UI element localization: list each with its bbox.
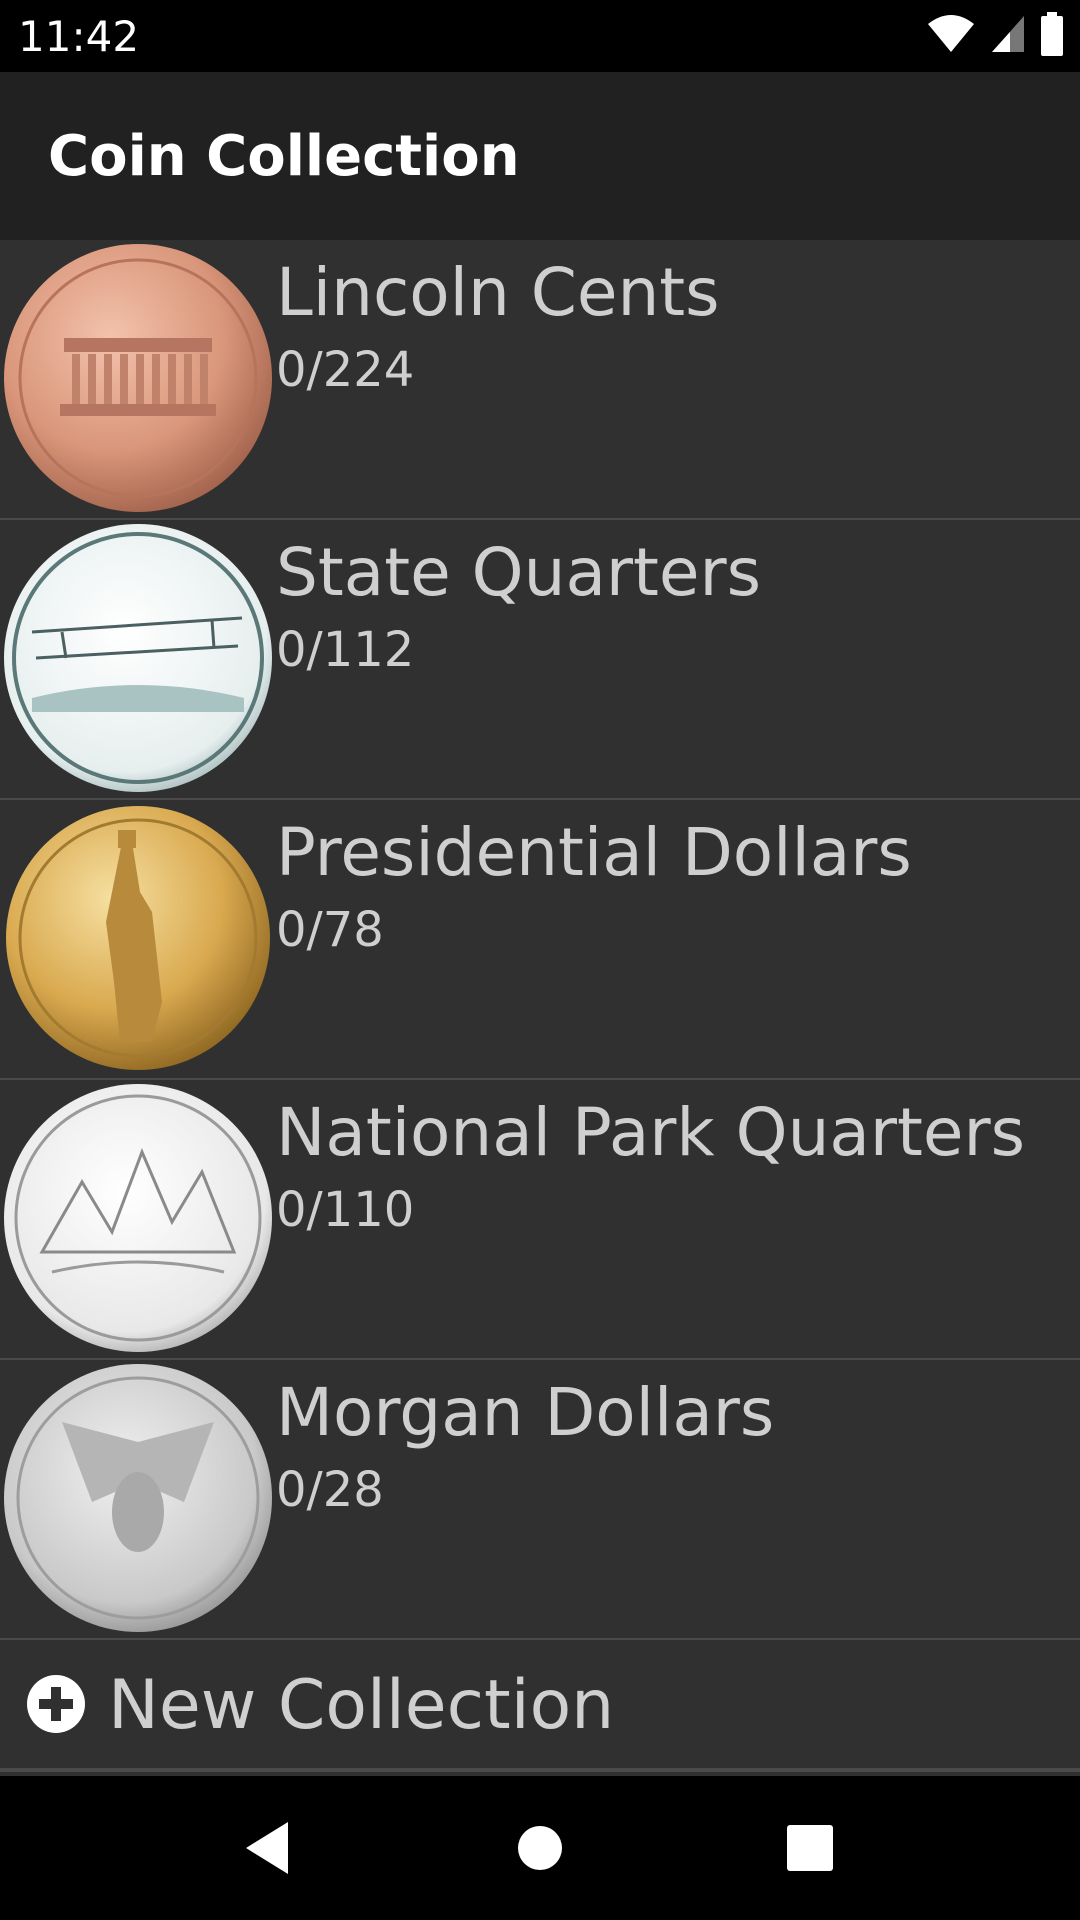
plus-circle-icon bbox=[26, 1674, 86, 1734]
national-park-quarter-coin-icon bbox=[2, 1082, 274, 1354]
collection-name: National Park Quarters bbox=[276, 1094, 1025, 1171]
status-time: 11:42 bbox=[18, 12, 140, 61]
collection-item[interactable]: Lincoln Cents 0/224 bbox=[0, 240, 1080, 520]
collection-item[interactable]: Presidential Dollars 0/78 bbox=[0, 800, 1080, 1080]
collection-name: Morgan Dollars bbox=[276, 1374, 775, 1451]
state-quarter-coin-icon bbox=[2, 522, 274, 794]
cell-signal-icon bbox=[990, 14, 1026, 59]
collection-list: Lincoln Cents 0/224 State Quarters 0/112… bbox=[0, 240, 1080, 1772]
collection-count: 0/28 bbox=[276, 1462, 384, 1518]
collection-item[interactable]: National Park Quarters 0/110 bbox=[0, 1080, 1080, 1360]
collection-name: State Quarters bbox=[276, 534, 762, 611]
navigation-bar bbox=[0, 1776, 1080, 1920]
screen: 11:42 Coin Collection Lincoln Cents 0/22… bbox=[0, 0, 1080, 1920]
collection-name: Presidential Dollars bbox=[276, 814, 912, 891]
collection-item[interactable]: Morgan Dollars 0/28 bbox=[0, 1360, 1080, 1640]
status-icons bbox=[926, 11, 1064, 61]
recents-icon[interactable] bbox=[772, 1810, 848, 1886]
collection-count: 0/78 bbox=[276, 902, 384, 958]
presidential-dollar-coin-icon bbox=[2, 802, 274, 1074]
wifi-icon bbox=[926, 14, 976, 59]
collection-name: Lincoln Cents bbox=[276, 254, 720, 331]
collection-count: 0/224 bbox=[276, 342, 415, 398]
back-icon[interactable] bbox=[230, 1810, 306, 1886]
collection-count: 0/112 bbox=[276, 622, 415, 678]
app-bar: Coin Collection bbox=[0, 72, 1080, 240]
collection-item[interactable]: State Quarters 0/112 bbox=[0, 520, 1080, 800]
morgan-dollar-coin-icon bbox=[2, 1362, 274, 1634]
battery-icon bbox=[1040, 11, 1064, 61]
app-title: Coin Collection bbox=[48, 124, 520, 189]
new-collection-label: New Collection bbox=[108, 1666, 615, 1745]
lincoln-cent-coin-icon bbox=[2, 242, 274, 514]
collection-count: 0/110 bbox=[276, 1182, 415, 1238]
status-bar: 11:42 bbox=[0, 0, 1080, 72]
new-collection-button[interactable]: New Collection bbox=[0, 1640, 1080, 1772]
home-icon[interactable] bbox=[502, 1810, 578, 1886]
